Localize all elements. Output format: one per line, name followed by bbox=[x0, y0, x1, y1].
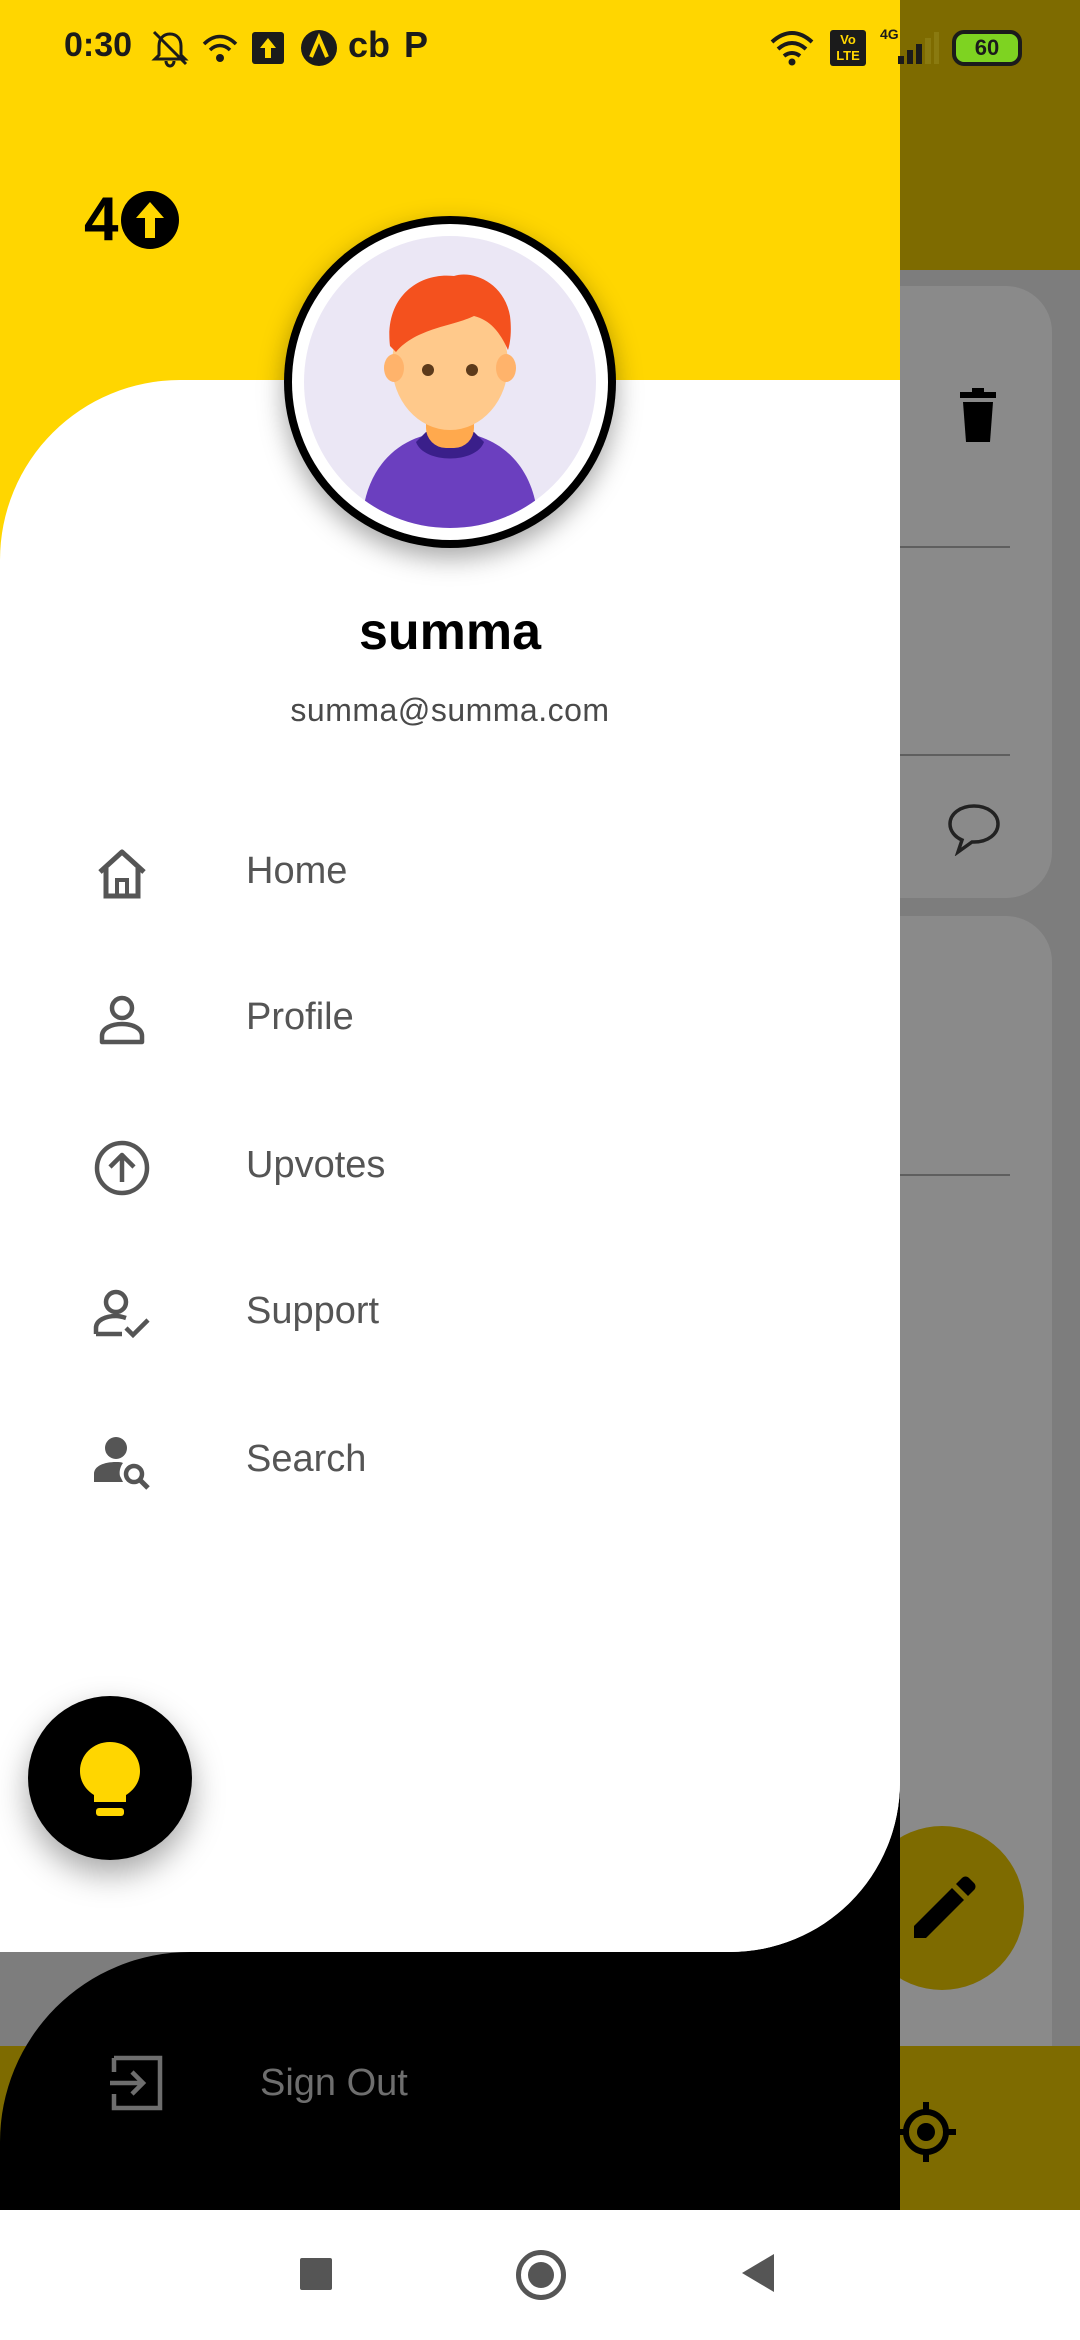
user-name: summa bbox=[358, 603, 542, 661]
app-a-icon bbox=[301, 30, 337, 66]
arrow-up-circle-icon bbox=[94, 1140, 150, 1196]
status-bar: 0:30 cb P Vo LTE 4G 60 bbox=[0, 0, 1080, 96]
upload-icon bbox=[252, 32, 284, 64]
wifi-signal-icon bbox=[770, 31, 814, 66]
status-time: 0:30 bbox=[64, 26, 133, 64]
wifi-icon bbox=[202, 34, 238, 62]
person-search-icon bbox=[94, 1437, 150, 1490]
back-button[interactable] bbox=[740, 2252, 776, 2294]
person-icon bbox=[99, 995, 145, 1045]
home-button-dot bbox=[528, 2262, 554, 2288]
system-navigation-bar bbox=[0, 2210, 1080, 2340]
exit-icon bbox=[110, 2055, 163, 2111]
app-p-icon: P bbox=[404, 24, 429, 65]
logo-arrow-up-icon bbox=[121, 191, 180, 249]
menu-label-home: Home bbox=[246, 850, 348, 892]
recents-button[interactable] bbox=[300, 2258, 332, 2290]
battery-indicator: 60 bbox=[952, 30, 1022, 66]
comment-icon bbox=[948, 804, 1000, 856]
menu-item-profile[interactable]: Profile bbox=[0, 958, 900, 1078]
menu-item-support[interactable]: Support bbox=[0, 1252, 900, 1372]
pencil-icon bbox=[914, 1876, 976, 1938]
menu-label-search: Search bbox=[246, 1438, 367, 1480]
avatar-illustration bbox=[304, 236, 596, 528]
cell-signal-icon bbox=[898, 32, 939, 64]
logo-number: 4 bbox=[84, 185, 119, 254]
trash-icon bbox=[960, 388, 996, 442]
menu-item-home[interactable]: Home bbox=[0, 812, 900, 932]
menu-item-search[interactable]: Search bbox=[0, 1400, 900, 1520]
menu-label-profile: Profile bbox=[246, 996, 354, 1038]
user-email: summa@summa.com bbox=[290, 692, 610, 728]
app-logo: 4 bbox=[84, 188, 180, 252]
home-button[interactable] bbox=[516, 2250, 566, 2300]
volte-icon: Vo LTE bbox=[830, 30, 866, 66]
person-check-icon bbox=[93, 1289, 150, 1339]
app-cb-icon: cb bbox=[348, 24, 391, 65]
profile-avatar[interactable] bbox=[284, 216, 616, 548]
menu-item-upvotes[interactable]: Upvotes bbox=[0, 1106, 900, 1226]
menu-label-support: Support bbox=[246, 1290, 380, 1332]
location-target-icon bbox=[896, 2102, 956, 2162]
sign-out-button[interactable]: Sign Out bbox=[0, 2022, 900, 2142]
lightbulb-icon bbox=[80, 1742, 140, 1816]
idea-fab-button[interactable] bbox=[28, 1696, 192, 1860]
sign-out-label: Sign Out bbox=[260, 2062, 408, 2104]
user-avatar-icon bbox=[362, 274, 538, 528]
home-icon bbox=[98, 849, 146, 899]
bell-off-icon bbox=[151, 30, 189, 68]
menu-label-upvotes: Upvotes bbox=[246, 1144, 386, 1186]
